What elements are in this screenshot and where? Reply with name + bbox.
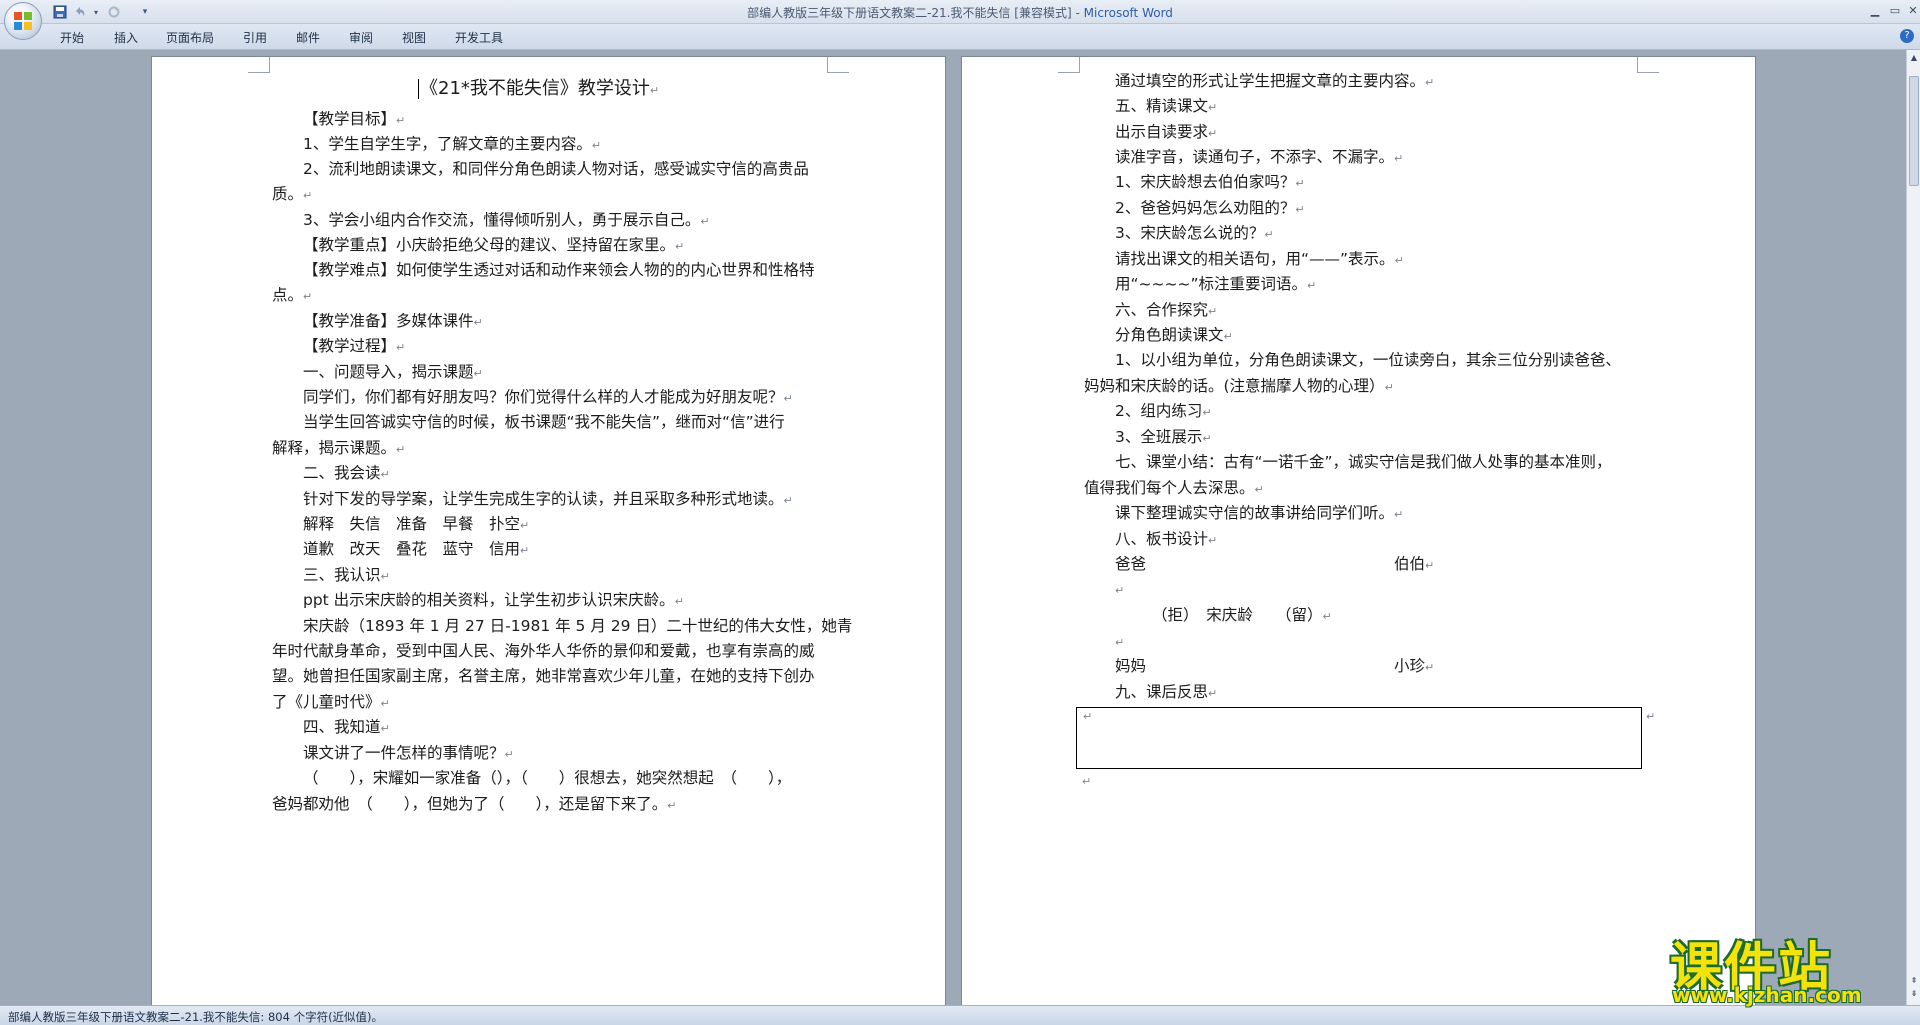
paragraph[interactable]: 2、爸爸妈妈怎么劝阻的？↵ [1115,198,1305,220]
paragraph[interactable]: 3、宋庆龄怎么说的？↵ [1115,223,1274,245]
paragraph[interactable]: 1、宋庆龄想去伯伯家吗？↵ [1115,172,1305,194]
paragraph[interactable]: 质。↵ [272,184,312,206]
office-logo-icon [14,12,32,30]
crop-mark [1058,57,1080,73]
board-design-top-left[interactable]: 爸爸 [1115,554,1146,574]
paragraph[interactable]: 妈妈和宋庆龄的话。(注意揣摩人物的心理）↵ [1084,376,1394,398]
paragraph-mark: ↵ [1082,775,1092,788]
paragraph[interactable]: 2、流利地朗读课文，和同伴分角色朗读人物对话，感受诚实守信的高贵品 [303,159,809,179]
paragraph[interactable]: （ ），宋耀如一家准备（），（ ）很想去，她突然想起 （ ）， [303,768,791,788]
watermark-url: www.kjzhan.com [1672,983,1862,1007]
paragraph[interactable]: 请找出课文的相关语句，用“——”表示。↵ [1115,249,1404,271]
paragraph[interactable]: 用“~~~~”标注重要词语。↵ [1115,274,1316,296]
previous-page-icon[interactable]: ⇞ [1908,975,1920,987]
empty-paragraph[interactable]: ↵ [1115,579,1124,601]
paragraph[interactable]: 点。↵ [272,285,312,307]
paragraph[interactable]: 望。她曾担任国家副主席，名誉主席，她非常喜欢少年儿童，在她的支持下创办 [272,666,815,686]
page-left: 《21*我不能失信》教学设计↵ 【教学目标】↵ 1、学生自学生字，了解文章的主要… [151,56,946,1005]
tab-mailings[interactable]: 邮件 [296,29,320,46]
paragraph[interactable]: 课下整理诚实守信的故事讲给同学们听。↵ [1115,503,1403,525]
crop-mark [248,57,270,73]
reflection-box[interactable]: ↵ [1076,707,1642,769]
crop-mark [1637,57,1659,73]
paragraph[interactable]: 分角色朗读课文↵ [1115,325,1233,347]
tab-references[interactable]: 引用 [243,29,267,46]
window-title-doc: 部编人教版三年级下册语文教案二-21.我不能失信 [兼容模式] - [747,6,1084,20]
board-design-bottom-left[interactable]: 妈妈 [1115,656,1146,676]
paragraph[interactable]: 二、我会读↵ [303,463,390,485]
board-design-top-right[interactable]: 伯伯↵ [1394,554,1434,576]
paragraph[interactable]: 针对下发的导学案，让学生完成生字的认读，并且采取多种形式地读。↵ [303,489,793,511]
paragraph[interactable]: ppt 出示宋庆龄的相关资料，让学生初步认识宋庆龄。↵ [303,590,684,612]
minimize-button[interactable]: ▁ [1864,2,1886,20]
status-text: 部编人教版三年级下册语文教案二-21.我不能失信: 804 个字符(近似值)。 [8,1010,384,1024]
document-heading[interactable]: 《21*我不能失信》教学设计↵ [420,79,659,101]
next-page-icon[interactable]: ⇟ [1908,988,1920,1000]
paragraph[interactable]: 【教学目标】↵ [303,109,405,131]
cell-mark: ↵ [1083,710,1093,723]
paragraph[interactable]: 课文讲了一件怎样的事情呢？↵ [303,743,514,765]
window-title: 部编人教版三年级下册语文教案二-21.我不能失信 [兼容模式] - Micros… [0,4,1920,21]
paragraph[interactable]: 三、我认识↵ [303,565,390,587]
board-design-middle[interactable]: （拒） 宋庆龄 （留）↵ [1152,605,1332,627]
paragraph[interactable]: 解释，揭示课题。↵ [272,438,405,460]
paragraph[interactable]: 八、板书设计↵ [1115,529,1217,551]
paragraph[interactable]: 【教学难点】如何使学生透过对话和动作来领会人物的的内心世界和性格特 [303,260,815,280]
paragraph[interactable]: 同学们，你们都有好朋友吗？你们觉得什么样的人才能成为好朋友呢？↵ [303,387,793,409]
paragraph[interactable]: 【教学过程】↵ [303,336,405,358]
paragraph[interactable]: 五、精读课文↵ [1115,96,1217,118]
tab-insert[interactable]: 插入 [114,29,138,46]
ribbon-tabs: 开始 插入 页面布局 引用 邮件 审阅 视图 开发工具 ? [0,24,1920,50]
status-bar: 部编人教版三年级下册语文教案二-21.我不能失信: 804 个字符(近似值)。 [0,1005,1920,1025]
crop-mark [827,57,849,73]
paragraph[interactable]: 一、问题导入，揭示课题↵ [303,362,483,384]
paragraph[interactable]: 【教学准备】多媒体课件↵ [303,311,483,333]
paragraph[interactable]: 值得我们每个人去深思。↵ [1084,478,1264,500]
empty-paragraph[interactable]: ↵ [1115,631,1124,653]
scroll-up-icon[interactable]: ▲ [1908,52,1920,64]
board-design-bottom-right[interactable]: 小珍↵ [1394,656,1434,678]
paragraph[interactable]: 爸妈都劝他 （ ），但她为了（ ），还是留下来了。↵ [272,794,676,816]
document-workspace: 《21*我不能失信》教学设计↵ 【教学目标】↵ 1、学生自学生字，了解文章的主要… [0,50,1906,1005]
paragraph[interactable]: 年时代献身革命，受到中国人民、海外华人华侨的景仰和爱戴，也享有崇高的威 [272,641,815,661]
tab-view[interactable]: 视图 [402,29,426,46]
window-title-app: Microsoft Word [1083,6,1173,20]
page-right: 通过填空的形式让学生把握文章的主要内容。↵ 五、精读课文↵ 出示自读要求↵ 读准… [961,56,1756,1005]
row-end-mark: ↵ [1646,710,1656,723]
watermark: 课件站 www.kjzhan.com [1660,925,1900,1007]
tab-page-layout[interactable]: 页面布局 [166,29,214,46]
paragraph[interactable]: 四、我知道↵ [303,717,390,739]
office-button[interactable] [4,2,42,40]
paragraph[interactable]: 了《儿童时代》↵ [272,692,390,714]
paragraph[interactable]: 1、以小组为单位，分角色朗读课文，一位读旁白，其余三位分别读爸爸、 [1115,350,1621,370]
paragraph[interactable]: 3、学会小组内合作交流，懂得倾听别人，勇于展示自己。↵ [303,210,710,232]
tab-developer[interactable]: 开发工具 [455,29,503,46]
help-icon[interactable]: ? [1900,29,1914,43]
paragraph[interactable]: 当学生回答诚实守信的时候，板书课题“我不能失信”，继而对“信”进行 [303,412,785,432]
text-cursor [418,79,419,99]
paragraph[interactable]: 九、课后反思↵ [1115,682,1217,704]
paragraph[interactable]: 宋庆龄（1893 年 1 月 27 日-1981 年 5 月 29 日）二十世纪… [303,616,852,636]
scrollbar-thumb[interactable] [1909,76,1919,186]
paragraph[interactable]: 读准字音，读通句子，不添字、不漏字。↵ [1115,147,1403,169]
paragraph[interactable]: 1、学生自学生字，了解文章的主要内容。↵ [303,134,601,156]
close-button[interactable]: ✕ [1902,2,1920,20]
tab-home[interactable]: 开始 [60,29,84,46]
tab-review[interactable]: 审阅 [349,29,373,46]
paragraph[interactable]: 通过填空的形式让学生把握文章的主要内容。↵ [1115,71,1434,93]
paragraph[interactable]: 道歉 改天 叠花 蓝守 信用↵ [303,539,529,561]
paragraph[interactable]: 2、组内练习↵ [1115,401,1212,423]
vertical-scrollbar[interactable]: ▲ ⇞ ⇟ [1906,50,1920,1005]
title-bar: ▾ ▾ 部编人教版三年级下册语文教案二-21.我不能失信 [兼容模式] - Mi… [0,0,1920,24]
paragraph[interactable]: 六、合作探究↵ [1115,300,1217,322]
paragraph[interactable]: 【教学重点】小庆龄拒绝父母的建议、坚持留在家里。↵ [303,235,684,257]
paragraph[interactable]: 七、课堂小结：古有“一诺千金”，诚实守信是我们做人处事的基本准则， [1115,452,1612,472]
paragraph[interactable]: 出示自读要求↵ [1115,122,1217,144]
paragraph[interactable]: 解释 失信 准备 早餐 扑空↵ [303,514,529,536]
paragraph[interactable]: 3、全班展示↵ [1115,427,1212,449]
